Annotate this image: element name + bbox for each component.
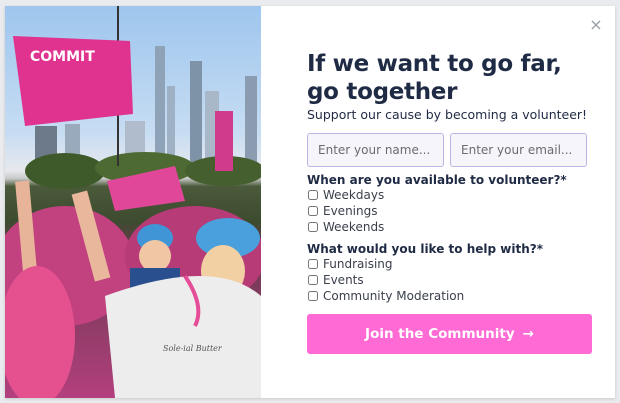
help-question: What would you like to help with?* bbox=[307, 242, 543, 256]
modal-title: If we want to go far, go together bbox=[307, 51, 562, 105]
option-events[interactable]: Events bbox=[307, 272, 597, 288]
option-label: Evenings bbox=[323, 204, 378, 218]
option-label: Fundraising bbox=[323, 257, 393, 271]
community-moderation-checkbox[interactable] bbox=[308, 291, 318, 301]
option-label: Weekends bbox=[323, 220, 385, 234]
option-community-moderation[interactable]: Community Moderation bbox=[307, 288, 597, 304]
modal-subtitle: Support our cause by becoming a voluntee… bbox=[307, 107, 588, 122]
crowd-illustration: COMMIT Sole-ial Butter bbox=[5, 6, 261, 398]
volunteer-modal: COMMIT Sole-ial Butter × If we want to g… bbox=[5, 6, 615, 398]
fundraising-checkbox[interactable] bbox=[308, 259, 318, 269]
join-community-button[interactable]: Join the Community → bbox=[307, 314, 592, 354]
option-fundraising[interactable]: Fundraising bbox=[307, 256, 597, 272]
evenings-checkbox[interactable] bbox=[308, 206, 318, 216]
close-icon[interactable]: × bbox=[587, 16, 605, 34]
option-label: Weekdays bbox=[323, 188, 385, 202]
arrow-right-icon: → bbox=[522, 326, 534, 342]
option-weekdays[interactable]: Weekdays bbox=[307, 187, 597, 203]
hero-photo: COMMIT Sole-ial Butter bbox=[5, 6, 261, 398]
weekends-checkbox[interactable] bbox=[308, 222, 318, 232]
shirt-text: Sole-ial Butter bbox=[163, 344, 223, 353]
option-label: Community Moderation bbox=[323, 289, 465, 303]
join-button-label: Join the Community bbox=[365, 326, 515, 342]
email-input[interactable] bbox=[450, 133, 587, 167]
availability-question: When are you available to volunteer?* bbox=[307, 173, 567, 187]
events-checkbox[interactable] bbox=[308, 275, 318, 285]
option-label: Events bbox=[323, 273, 364, 287]
contact-fields bbox=[307, 133, 597, 167]
weekdays-checkbox[interactable] bbox=[308, 190, 318, 200]
signup-form: If we want to go far, go together Suppor… bbox=[307, 50, 597, 354]
option-weekends[interactable]: Weekends bbox=[307, 219, 597, 235]
name-input[interactable] bbox=[307, 133, 444, 167]
option-evenings[interactable]: Evenings bbox=[307, 203, 597, 219]
flag-text: COMMIT bbox=[30, 49, 95, 65]
